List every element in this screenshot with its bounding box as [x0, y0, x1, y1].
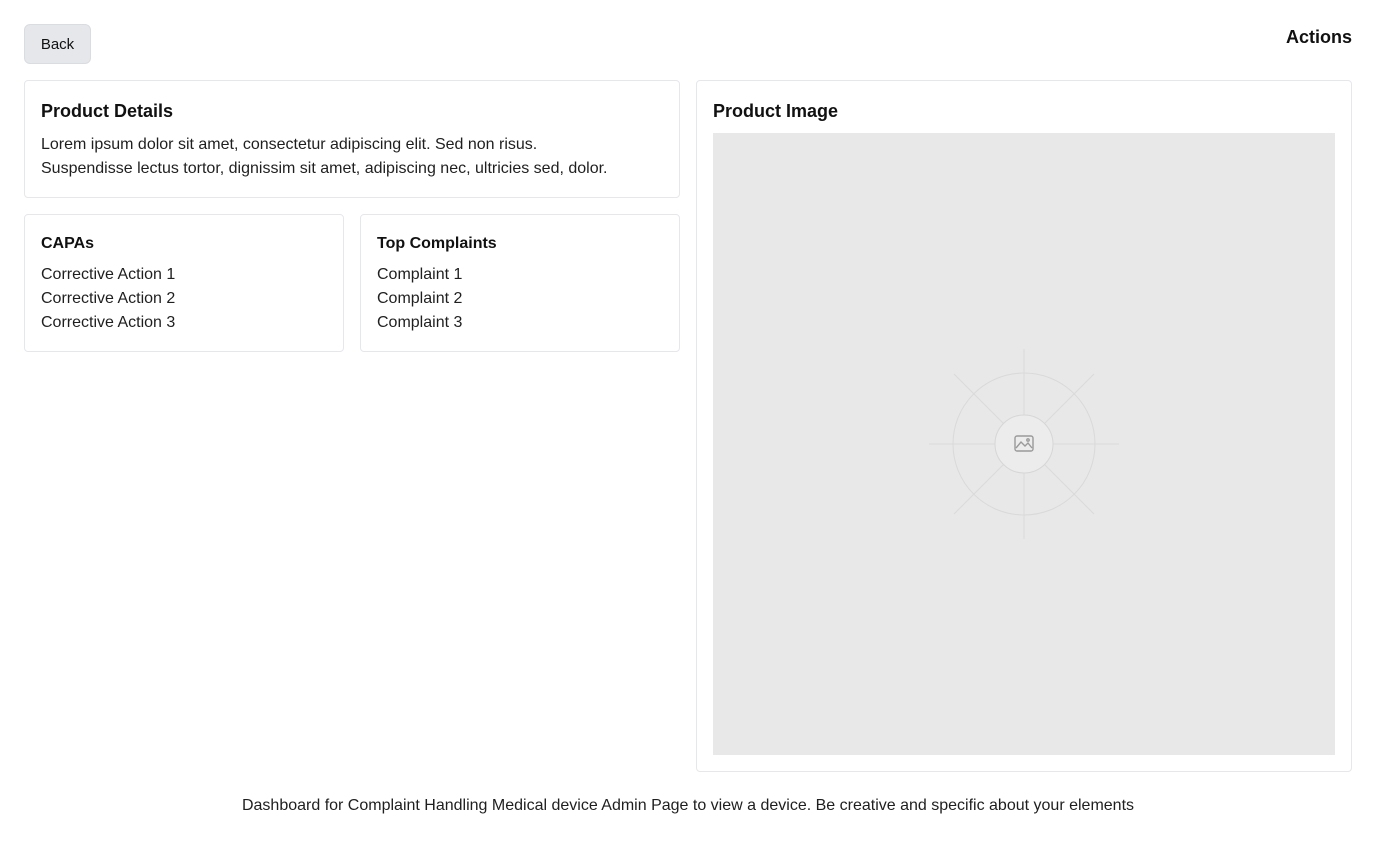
top-complaints-title: Top Complaints: [377, 235, 497, 252]
product-details-card: Product Details Lorem ipsum dolor sit am…: [24, 80, 680, 198]
product-details-description: Lorem ipsum dolor sit amet, consectetur …: [41, 133, 663, 181]
product-image-title: Product Image: [713, 101, 839, 121]
top-complaints-card: Top Complaints Complaint 1 Complaint 2 C…: [360, 214, 680, 352]
complaint-item: Complaint 2: [377, 290, 463, 307]
product-details-title: Product Details: [41, 101, 174, 121]
capas-list: Corrective Action 1 Corrective Action 2 …: [41, 263, 327, 335]
capa-item: Corrective Action 3: [41, 314, 176, 331]
complaint-item: Complaint 1: [377, 266, 463, 283]
capas-title: CAPAs: [41, 235, 95, 252]
footer-caption: Dashboard for Complaint Handling Medical…: [241, 797, 1135, 814]
product-image-card: Product Image: [696, 80, 1352, 772]
complaint-item: Complaint 3: [377, 314, 463, 331]
capa-item: Corrective Action 2: [41, 290, 176, 307]
actions-title: Actions: [1285, 27, 1352, 47]
capa-item: Corrective Action 1: [41, 266, 176, 283]
capas-card: CAPAs Corrective Action 1 Corrective Act…: [24, 214, 344, 352]
description-line-1: Lorem ipsum dolor sit amet, consectetur …: [41, 136, 538, 153]
back-button[interactable]: Back: [24, 24, 91, 64]
image-placeholder-icon: [929, 349, 1119, 539]
complaints-list: Complaint 1 Complaint 2 Complaint 3: [377, 263, 663, 335]
description-line-2: Suspendisse lectus tortor, dignissim sit…: [41, 160, 608, 177]
product-image-placeholder: [713, 133, 1335, 755]
